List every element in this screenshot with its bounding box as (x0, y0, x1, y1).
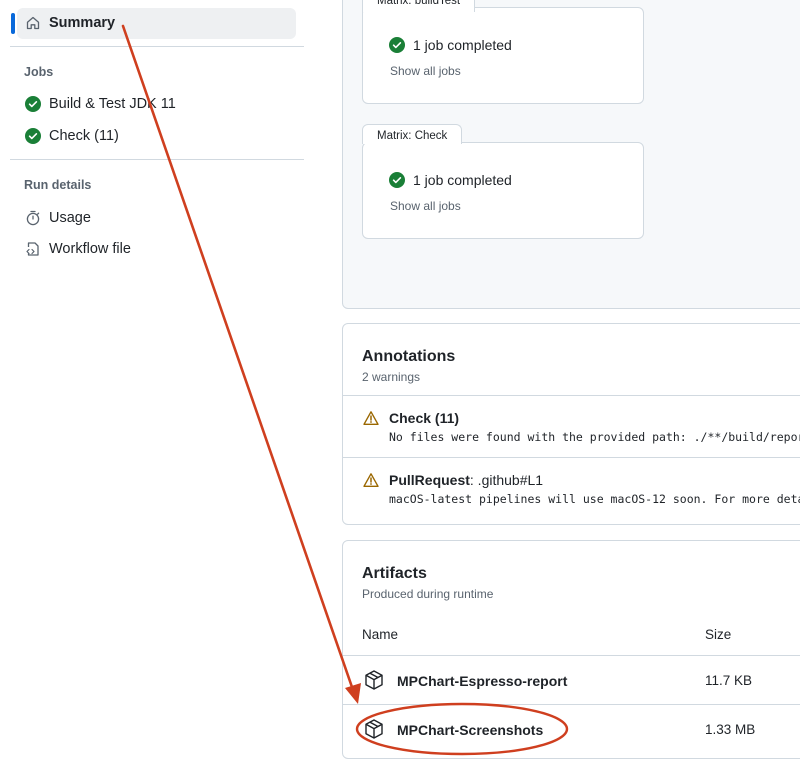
annotation-highlight-ellipse (355, 702, 569, 756)
annotation-arrowhead (345, 683, 361, 704)
annotation-arrow-line (121, 24, 355, 692)
annotation-overlay (121, 24, 569, 756)
